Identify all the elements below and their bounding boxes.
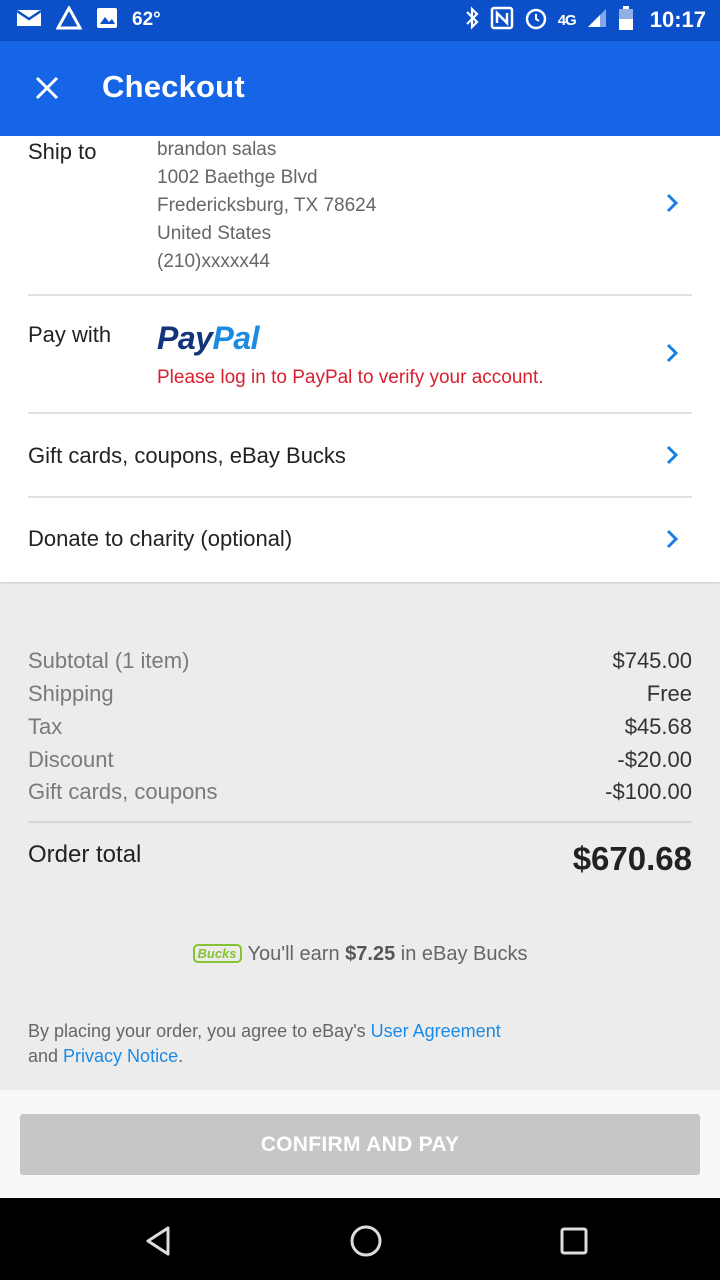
back-icon[interactable]: [140, 1223, 176, 1259]
paypal-logo: PayPal: [157, 320, 259, 356]
status-bar: 62° 4G 10:17: [0, 0, 720, 41]
ship-to-row[interactable]: Ship to brandon salas 1002 Baethge Blvd …: [0, 136, 720, 294]
shipping-address: brandon salas 1002 Baethge Blvd Frederic…: [157, 136, 376, 276]
summary-label: Subtotal (1 item): [28, 648, 190, 673]
chevron-right-icon: [666, 193, 679, 213]
bucks-logo: Bucks: [192, 944, 242, 963]
summary-label: Discount: [28, 747, 114, 772]
chevron-right-icon: [666, 343, 679, 363]
donate-label: Donate to charity (optional): [28, 526, 293, 551]
donate-row[interactable]: Donate to charity (optional): [0, 498, 720, 582]
signal-icon: [586, 7, 608, 34]
summary-row: Shipping Free: [28, 681, 692, 713]
order-total-label: Order total: [28, 841, 142, 868]
bucks-amount: $7.25: [345, 943, 396, 965]
summary-value: Free: [646, 681, 692, 706]
home-icon[interactable]: [348, 1223, 384, 1259]
summary-label: Gift cards, coupons: [28, 779, 218, 804]
bottom-panel: CONFIRM AND PAY: [0, 1090, 720, 1198]
divider: [28, 821, 692, 823]
address-phone: (210)xxxxx44: [157, 251, 270, 272]
page-title: Checkout: [102, 69, 245, 104]
summary-label: Tax: [28, 714, 63, 739]
close-button[interactable]: [24, 65, 70, 111]
bucks-text: in eBay Bucks: [395, 943, 528, 965]
pay-with-label: Pay with: [28, 322, 112, 347]
summary-row: Gift cards, coupons -$100.00: [28, 779, 692, 811]
ebay-bucks-message: Bucks You'll earn $7.25 in eBay Bucks: [0, 943, 720, 966]
address-country: United States: [157, 223, 272, 244]
address-city: Fredericksburg, TX 78624: [157, 195, 377, 216]
nfc-icon: [490, 6, 514, 35]
bucks-text: You'll earn: [247, 943, 346, 965]
gift-cards-label: Gift cards, coupons, eBay Bucks: [28, 443, 346, 468]
summary-value: $45.68: [624, 714, 692, 739]
summary-row: Tax $45.68: [28, 714, 692, 746]
legal-text: and: [28, 1046, 64, 1066]
order-total-value: $670.68: [572, 840, 692, 877]
summary-value: $745.00: [612, 648, 692, 673]
battery-icon: [618, 5, 634, 36]
confirm-and-pay-button[interactable]: CONFIRM AND PAY: [20, 1114, 700, 1175]
address-street: 1002 Baethge Blvd: [157, 167, 318, 188]
system-nav-bar: [0, 1198, 720, 1280]
chevron-right-icon: [666, 445, 679, 465]
summary-label: Shipping: [28, 681, 114, 706]
gift-cards-row[interactable]: Gift cards, coupons, eBay Bucks: [0, 414, 720, 496]
network-type: 4G: [557, 11, 577, 29]
summary-value: -$100.00: [605, 779, 692, 804]
legal-text: By placing your order, you agree to eBay…: [28, 1021, 371, 1041]
chevron-right-icon: [666, 529, 679, 549]
summary-row: Discount -$20.00: [28, 747, 692, 779]
summary-value: -$20.00: [617, 747, 692, 772]
pay-with-row[interactable]: Pay with: [0, 296, 720, 413]
recents-icon[interactable]: [556, 1223, 592, 1259]
legal-notice: By placing your order, you agree to eBay…: [28, 1019, 628, 1069]
mail-icon: [16, 8, 42, 33]
alarm-icon: [524, 6, 548, 35]
image-icon: [96, 7, 118, 34]
legal-text: .: [178, 1046, 184, 1066]
user-agreement-link[interactable]: User Agreement: [371, 1021, 501, 1041]
app-bar: Checkout: [0, 41, 720, 136]
bluetooth-icon: [464, 5, 480, 35]
checkout-details: Ship to brandon salas 1002 Baethge Blvd …: [0, 136, 720, 582]
privacy-notice-link[interactable]: Privacy Notice: [63, 1046, 178, 1066]
status-left: 62°: [16, 4, 161, 35]
ship-to-label: Ship to: [28, 139, 97, 164]
drive-icon: [55, 4, 83, 35]
temperature: 62°: [132, 9, 161, 30]
clock: 10:17: [649, 7, 706, 32]
summary-row: Subtotal (1 item) $745.00: [28, 648, 692, 680]
status-right: 4G 10:17: [464, 5, 706, 36]
paypal-error-message: Please log in to PayPal to verify your a…: [157, 367, 544, 388]
recipient-name: brandon salas: [157, 139, 277, 160]
close-icon: [35, 76, 59, 100]
